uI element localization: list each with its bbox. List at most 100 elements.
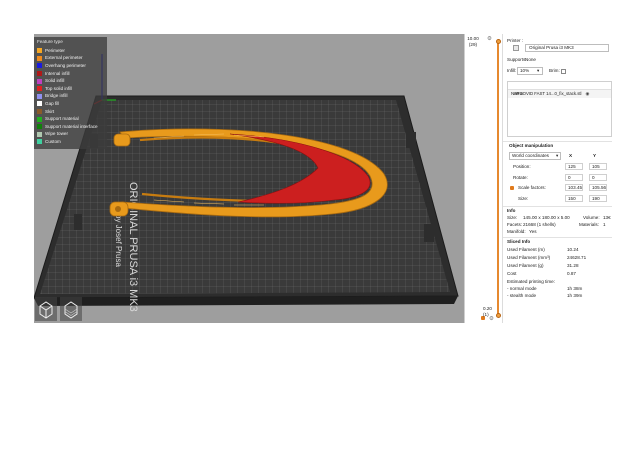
legend-item: Top solid infill	[37, 85, 104, 93]
legend-item: Overhang perimeter	[37, 62, 104, 70]
cube-icon	[39, 301, 53, 319]
legend-title: Feature type	[37, 39, 63, 44]
size-x-input[interactable]: 150	[565, 195, 583, 202]
infill-label: Infill:	[507, 68, 517, 73]
object-list: Name #RCOVID FAST 14...0_fix_stack.stl ◉	[507, 81, 612, 137]
legend-swatch	[37, 63, 42, 69]
filament-mm3-value: 24628.71	[567, 255, 587, 260]
object-list-item[interactable]: #RCOVID FAST 14...0_fix_stack.stl ◉	[508, 90, 611, 98]
legend-item-label: Overhang perimeter	[45, 62, 86, 68]
legend-item: Skirt	[37, 108, 104, 116]
infill-select[interactable]: 10% ▾	[517, 67, 543, 75]
object-name: #RCOVID FAST 14...0_fix_stack.stl	[514, 91, 582, 96]
axis-y-header: Y	[593, 153, 597, 158]
legend-swatch	[37, 55, 42, 61]
size-label: Size:	[518, 196, 529, 201]
volume-value: 13€	[603, 215, 611, 220]
legend-item: Perimeter	[37, 47, 104, 55]
object-list-header: Name	[508, 82, 611, 96]
legend-item-label: Top solid infill	[45, 85, 73, 91]
rotate-x-input[interactable]: 0	[565, 174, 583, 181]
printer-icon	[513, 45, 519, 51]
coordinate-mode-select[interactable]: World coordinates ▾	[509, 152, 561, 160]
legend-item-label: Support material interface	[45, 123, 98, 129]
legend-item-label: Perimeter	[45, 47, 65, 53]
legend-item: Internal infill	[37, 70, 104, 78]
feature-type-legend: Feature type Perimeter External perimeter…	[34, 37, 107, 149]
brim-checkbox[interactable]	[561, 69, 566, 74]
legend-item: Wipe tower	[37, 131, 104, 139]
stealth-mode-label: - stealth mode	[507, 293, 537, 298]
size-y-input[interactable]: 190	[589, 195, 607, 202]
legend-item: Gap fill	[37, 100, 104, 108]
right-sidebar: Printer : Original Prusa i3 MK3 Supports…	[502, 34, 612, 323]
lock-icon[interactable]	[510, 186, 514, 190]
materials-value: 1	[603, 222, 606, 227]
eye-icon[interactable]: ◉	[586, 91, 590, 97]
manifold-value: Yes	[529, 229, 537, 234]
info-title: Info	[507, 208, 516, 213]
legend-item-label: Solid infill	[45, 78, 65, 84]
position-y-input[interactable]: 105	[589, 163, 607, 170]
print-time-title: Estimated printing time:	[507, 279, 555, 284]
bed-text-line1: ORIGINAL PRUSA i3 MK3	[127, 182, 139, 312]
normal-mode-value: 1h 38m	[567, 286, 583, 291]
layer-top-height: 10.00	[467, 36, 479, 41]
cost-value: 0.87	[567, 271, 576, 276]
layer-slider-panel: 10.00 (29) ⚙ 0.20 (1) ⚙	[464, 34, 502, 323]
legend-swatch	[37, 71, 42, 77]
layers-view-button[interactable]	[60, 297, 82, 321]
legend-item-label: Wipe tower	[45, 131, 68, 137]
legend-swatch	[37, 78, 42, 84]
position-label: Position:	[513, 164, 531, 169]
facets-label: Facets:	[507, 222, 523, 227]
filament-mm3-label: Used Filament (mm³)	[507, 255, 551, 260]
facets-value: 21668 (1 shells)	[523, 222, 556, 227]
layer-slider-top-thumb[interactable]	[495, 39, 501, 44]
scale-factors-label: Scale factors:	[518, 185, 546, 190]
coordinate-mode-value: World coordinates	[512, 153, 549, 158]
legend-item-label: External perimeter	[45, 55, 83, 61]
rotate-y-input[interactable]: 0	[589, 174, 607, 181]
3d-viewport[interactable]: ORIGINAL PRUSA i3 MK3 by Josef Prusa Fea…	[34, 34, 464, 323]
volume-label: Volume:	[583, 215, 600, 220]
sliced-info-title: Sliced Info	[507, 239, 531, 244]
legend-swatch	[37, 86, 42, 92]
scale-x-input[interactable]: 103.45	[565, 184, 583, 191]
layer-top-index: (29)	[468, 41, 478, 47]
printer-select[interactable]: Original Prusa i3 MK3	[525, 44, 609, 52]
legend-swatch	[37, 101, 42, 107]
chevron-down-icon: ▾	[537, 68, 540, 73]
axis-x-header: X	[569, 153, 573, 158]
legend-item-label: Internal infill	[45, 70, 70, 76]
legend-swatch	[37, 48, 42, 54]
3d-view-button[interactable]	[35, 297, 57, 321]
cog-icon[interactable]: ⚙	[487, 36, 492, 42]
cog-icon[interactable]: ⚙	[489, 316, 494, 322]
position-x-input[interactable]: 125	[565, 163, 583, 170]
supports-label: Supports:	[507, 57, 527, 62]
bed-text-line2: by Josef Prusa	[114, 214, 123, 267]
legend-item: Support material	[37, 115, 104, 123]
printer-value: Original Prusa i3 MK3	[529, 45, 574, 50]
filament-m-label: Used Filament (m)	[507, 247, 545, 252]
legend-swatch	[37, 139, 42, 145]
object-manipulation-title: Object manipulation	[509, 143, 554, 148]
legend-item-label: Gap fill	[45, 100, 60, 106]
materials-label: Materials:	[579, 222, 599, 227]
info-size-value: 145.00 x 180.00 x 5.00	[523, 215, 570, 220]
filament-m-value: 10.24	[567, 247, 579, 252]
legend-item-label: Custom	[45, 138, 61, 144]
scale-y-input[interactable]: 105.56	[589, 184, 607, 191]
layers-icon	[64, 301, 78, 319]
supports-select[interactable]: None	[525, 57, 536, 63]
filament-g-value: 31.28	[567, 263, 579, 268]
manifold-label: Manifold:	[507, 229, 526, 234]
legend-item-label: Skirt	[45, 108, 55, 114]
legend-item: Support material interface	[37, 123, 104, 131]
legend-swatch	[37, 116, 42, 122]
rotate-label: Rotate:	[513, 175, 528, 180]
normal-mode-label: - normal mode	[507, 286, 537, 291]
legend-swatch	[37, 109, 42, 115]
cost-label: Cost	[507, 271, 517, 276]
